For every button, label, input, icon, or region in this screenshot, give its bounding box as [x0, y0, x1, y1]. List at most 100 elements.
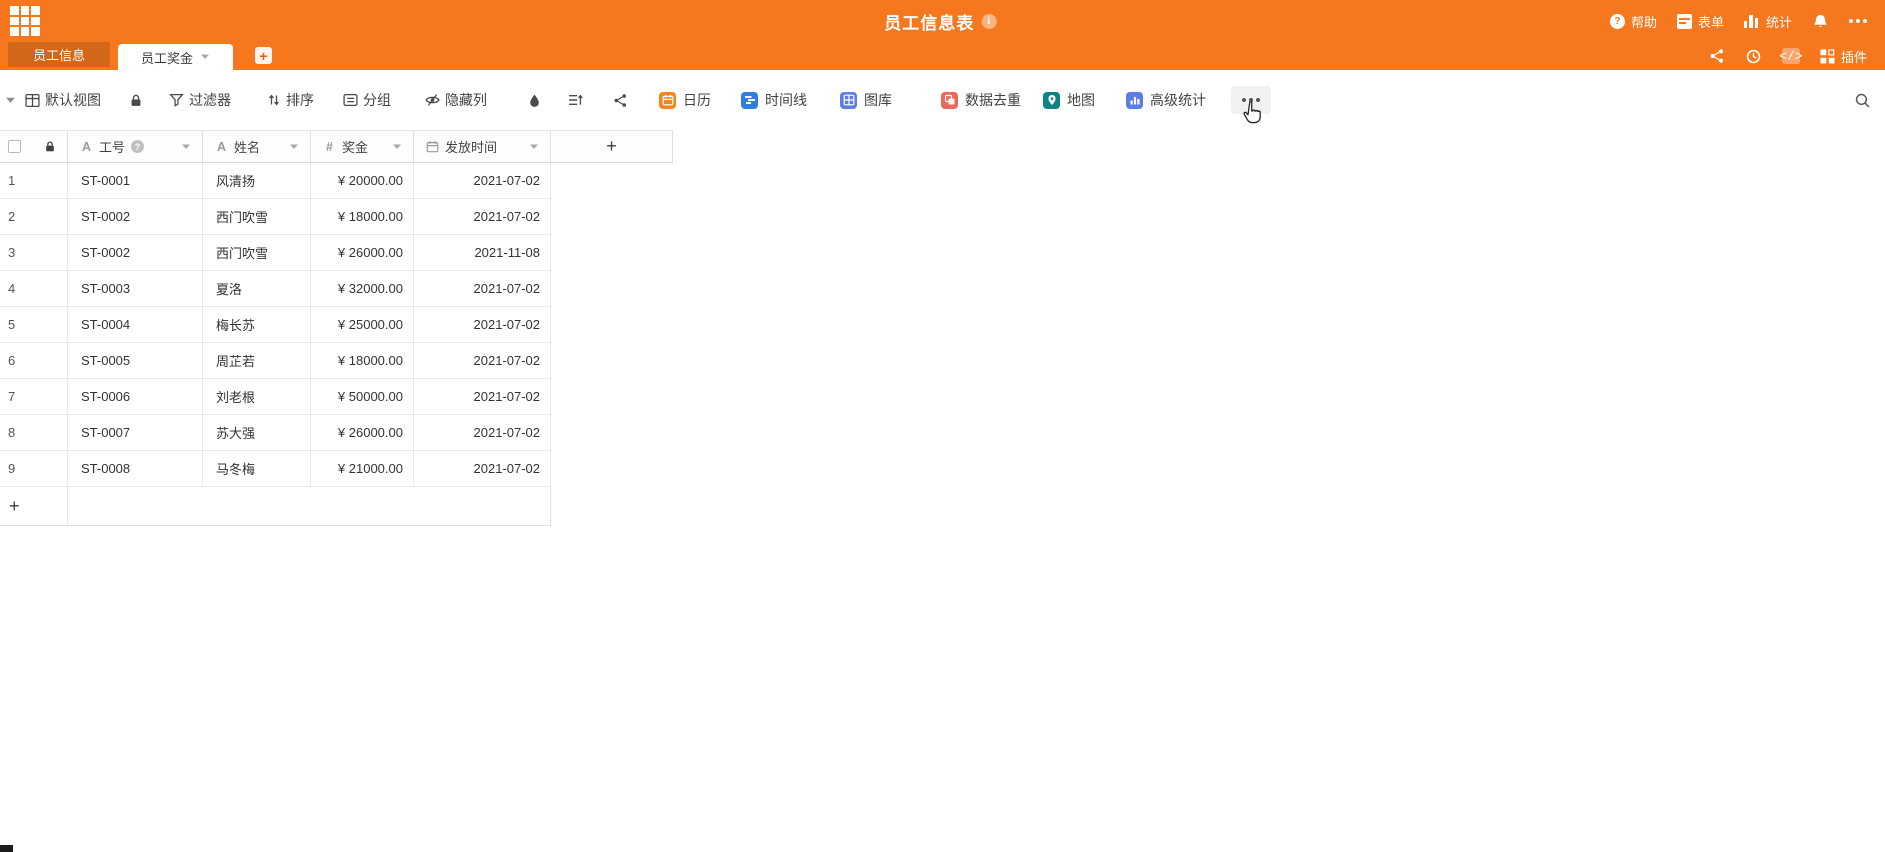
column-menu-caret-icon[interactable]: [392, 143, 402, 151]
column-lock-icon[interactable]: [44, 140, 56, 153]
cell-employee-id[interactable]: ST-0008: [68, 451, 203, 486]
table-row[interactable]: 4 ST-0003 夏洛 ¥ 32000.00 2021-07-02: [0, 271, 551, 307]
topbar-more-button[interactable]: [1849, 19, 1867, 23]
cell-bonus[interactable]: ¥ 21000.00: [311, 451, 414, 486]
cell-employee-id[interactable]: ST-0002: [68, 199, 203, 234]
cell-employee-id[interactable]: ST-0007: [68, 415, 203, 450]
column-header-issue-date[interactable]: 发放时间: [414, 131, 551, 162]
app-advanced-stats[interactable]: 高级统计: [1126, 90, 1206, 110]
table-row[interactable]: 9 ST-0008 马冬梅 ¥ 21000.00 2021-07-02: [0, 451, 551, 487]
column-header-bonus[interactable]: # 奖金: [311, 131, 414, 162]
cell-date[interactable]: 2021-07-02: [414, 451, 551, 486]
app-grid-logo-icon[interactable]: [10, 6, 40, 36]
add-row-button[interactable]: +: [0, 487, 551, 526]
cell-date[interactable]: 2021-07-02: [414, 307, 551, 342]
column-menu-caret-icon[interactable]: [529, 143, 539, 151]
cell-name[interactable]: 马冬梅: [203, 451, 311, 486]
group-button[interactable]: 分组: [343, 90, 391, 110]
lock-icon[interactable]: [129, 93, 143, 108]
notifications-button[interactable]: [1812, 13, 1829, 30]
cell-date[interactable]: 2021-07-02: [414, 379, 551, 414]
chevron-down-icon[interactable]: [200, 53, 210, 61]
share-view-icon[interactable]: [613, 93, 628, 108]
cell-date[interactable]: 2021-07-02: [414, 271, 551, 306]
share-icon[interactable]: [1709, 48, 1725, 64]
tabbar-actions: </> 插件: [1709, 42, 1867, 70]
cell-name[interactable]: 梅长苏: [203, 307, 311, 342]
app-dedupe[interactable]: 数据去重: [941, 90, 1021, 110]
table-row[interactable]: 8 ST-0007 苏大强 ¥ 26000.00 2021-07-02: [0, 415, 551, 451]
cell-date[interactable]: 2021-11-08: [414, 235, 551, 270]
column-menu-caret-icon[interactable]: [181, 143, 191, 151]
add-row-plus-icon: +: [0, 487, 68, 525]
cell-bonus[interactable]: ¥ 18000.00: [311, 199, 414, 234]
cell-date[interactable]: 2021-07-02: [414, 199, 551, 234]
column-header-name[interactable]: A 姓名: [203, 131, 311, 162]
view-name-label: 默认视图: [45, 92, 101, 108]
hide-fields-button[interactable]: 隐藏列: [425, 90, 487, 110]
cell-employee-id[interactable]: ST-0006: [68, 379, 203, 414]
cell-date[interactable]: 2021-07-02: [414, 163, 551, 198]
help-button[interactable]: ? 帮助: [1609, 12, 1657, 31]
cell-date[interactable]: 2021-07-02: [414, 415, 551, 450]
cell-name[interactable]: 苏大强: [203, 415, 311, 450]
cell-name[interactable]: 风清扬: [203, 163, 311, 198]
table-row[interactable]: 7 ST-0006 刘老根 ¥ 50000.00 2021-07-02: [0, 379, 551, 415]
search-button[interactable]: [1854, 92, 1871, 109]
table-row[interactable]: 6 ST-0005 周芷若 ¥ 18000.00 2021-07-02: [0, 343, 551, 379]
cell-date[interactable]: 2021-07-02: [414, 343, 551, 378]
select-all-checkbox[interactable]: [8, 140, 21, 153]
app-timeline[interactable]: 时间线: [741, 90, 807, 110]
view-switcher[interactable]: 默认视图: [25, 90, 101, 110]
filter-button[interactable]: 过滤器: [169, 90, 231, 110]
tab-employee-bonus[interactable]: 员工奖金: [118, 44, 233, 70]
app-gallery[interactable]: 图库: [840, 90, 892, 110]
column-menu-caret-icon[interactable]: [289, 143, 299, 151]
cell-employee-id[interactable]: ST-0003: [68, 271, 203, 306]
eye-slash-icon: [425, 94, 440, 106]
cell-bonus[interactable]: ¥ 18000.00: [311, 343, 414, 378]
cell-bonus[interactable]: ¥ 32000.00: [311, 271, 414, 306]
table-row[interactable]: 1 ST-0001 风清扬 ¥ 20000.00 2021-07-02: [0, 163, 551, 199]
form-button[interactable]: 表单: [1676, 12, 1724, 31]
cell-employee-id[interactable]: ST-0005: [68, 343, 203, 378]
info-icon[interactable]: i: [981, 13, 997, 29]
cell-bonus[interactable]: ¥ 26000.00: [311, 415, 414, 450]
gallery-app-icon: [840, 91, 857, 109]
cell-employee-id[interactable]: ST-0004: [68, 307, 203, 342]
field-description-icon[interactable]: ?: [131, 140, 145, 153]
table-row[interactable]: 2 ST-0002 西门吹雪 ¥ 18000.00 2021-07-02: [0, 199, 551, 235]
api-icon[interactable]: </>: [1779, 48, 1803, 64]
cell-bonus[interactable]: ¥ 25000.00: [311, 307, 414, 342]
cell-name[interactable]: 西门吹雪: [203, 199, 311, 234]
cell-bonus[interactable]: ¥ 26000.00: [311, 235, 414, 270]
cell-bonus[interactable]: ¥ 20000.00: [311, 163, 414, 198]
stats-button[interactable]: 统计: [1743, 12, 1792, 31]
hide-fields-label: 隐藏列: [445, 92, 487, 108]
cell-name[interactable]: 夏洛: [203, 271, 311, 306]
app-map[interactable]: 地图: [1043, 90, 1095, 110]
sort-button[interactable]: 排序: [267, 90, 314, 110]
tab-employee-info[interactable]: 员工信息: [8, 42, 110, 67]
history-icon[interactable]: [1745, 48, 1762, 65]
cell-employee-id[interactable]: ST-0002: [68, 235, 203, 270]
cell-name[interactable]: 西门吹雪: [203, 235, 311, 270]
row-number: 2: [0, 199, 68, 234]
plugins-button[interactable]: 插件: [1820, 47, 1867, 66]
add-sheet-button[interactable]: +: [255, 47, 272, 64]
add-column-button[interactable]: +: [551, 131, 673, 162]
table-row[interactable]: 5 ST-0004 梅长苏 ¥ 25000.00 2021-07-02: [0, 307, 551, 343]
cell-bonus[interactable]: ¥ 50000.00: [311, 379, 414, 414]
toolbar-more-button[interactable]: [1231, 86, 1271, 114]
app-calendar[interactable]: 日历: [659, 90, 711, 110]
fill-color-icon[interactable]: [527, 93, 542, 108]
filter-label: 过滤器: [189, 92, 231, 108]
cell-name[interactable]: 周芷若: [203, 343, 311, 378]
group-label: 分组: [363, 92, 391, 108]
collapse-caret-icon[interactable]: [5, 96, 16, 105]
cell-employee-id[interactable]: ST-0001: [68, 163, 203, 198]
row-height-icon[interactable]: [568, 93, 583, 107]
column-header-employee-id[interactable]: A 工号 ?: [68, 131, 203, 162]
table-row[interactable]: 3 ST-0002 西门吹雪 ¥ 26000.00 2021-11-08: [0, 235, 551, 271]
cell-name[interactable]: 刘老根: [203, 379, 311, 414]
